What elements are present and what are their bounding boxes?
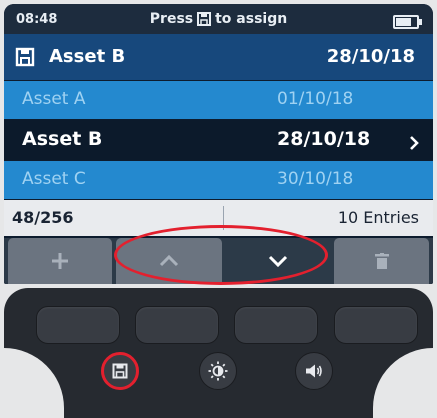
device-screen: 08:48 Press to assign Asset B 28/10/18 As… — [4, 4, 433, 284]
list-item-date: 01/10/18 — [277, 89, 354, 109]
list-item-date: 30/10/18 — [277, 169, 354, 189]
scroll-up-softkey[interactable] — [116, 238, 222, 284]
function-key-1[interactable] — [36, 306, 120, 344]
list-item-selected[interactable]: Asset B 28/10/18 — [4, 120, 433, 160]
chevron-right-icon — [409, 133, 419, 155]
instruction-prefix: Press — [149, 11, 194, 27]
save-icon — [15, 47, 35, 72]
list-item-name: Asset A — [22, 89, 86, 109]
list-item-date: 28/10/18 — [277, 128, 371, 150]
footer-divider — [223, 206, 224, 230]
scroll-down-softkey[interactable] — [226, 238, 330, 284]
hardware-keypad — [4, 288, 433, 418]
volume-button[interactable] — [295, 352, 333, 390]
list-item[interactable]: Asset C 30/10/18 — [4, 161, 433, 199]
delete-softkey[interactable] — [334, 238, 429, 284]
list-item-name: Asset B — [22, 128, 103, 150]
list-item-name: Asset C — [22, 169, 86, 189]
assigned-asset-header: Asset B 28/10/18 — [4, 34, 433, 80]
instruction-suffix: to assign — [215, 11, 288, 27]
add-softkey[interactable] — [8, 238, 112, 284]
brightness-button[interactable] — [199, 352, 237, 390]
function-key-4[interactable] — [334, 306, 418, 344]
keypad-edge-left — [4, 348, 64, 418]
save-icon — [193, 11, 215, 27]
status-instruction: Press to assign — [4, 11, 433, 27]
list-item[interactable]: Asset A 01/10/18 — [4, 81, 433, 119]
entries-count: 10 Entries — [337, 208, 419, 227]
memory-count: 48/256 — [12, 208, 74, 227]
function-key-2[interactable] — [135, 306, 219, 344]
battery-icon — [393, 15, 422, 29]
keypad-edge-right — [373, 348, 433, 418]
header-asset-date: 28/10/18 — [326, 46, 415, 67]
header-asset-name: Asset B — [49, 46, 126, 67]
status-bar: 08:48 Press to assign — [4, 4, 433, 34]
function-key-3[interactable] — [234, 306, 318, 344]
battery-fill — [396, 18, 411, 26]
list-footer: 48/256 10 Entries — [4, 200, 433, 236]
softkey-bar — [4, 238, 433, 284]
save-button[interactable] — [101, 352, 139, 390]
